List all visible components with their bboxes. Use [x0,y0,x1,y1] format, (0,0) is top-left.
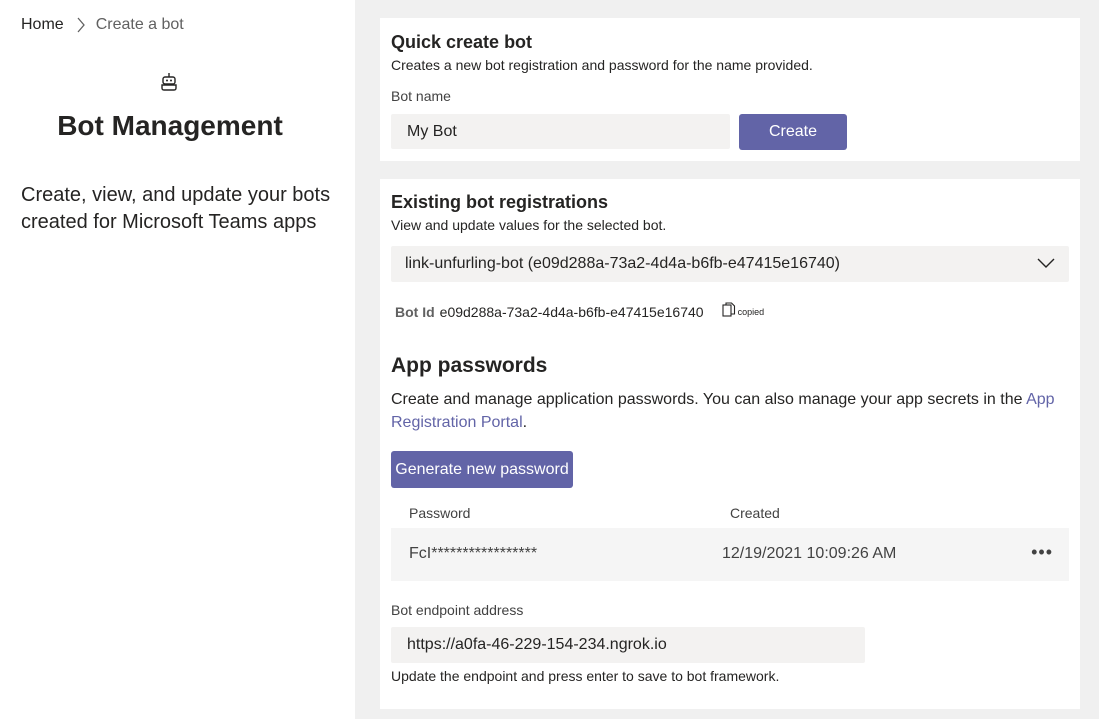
bot-id-row: Bot Id e09d288a-73a2-4d4a-b6fb-e47415e16… [395,302,764,321]
copy-bot-id-button[interactable]: copied [722,302,765,321]
bot-id-value: e09d288a-73a2-4d4a-b6fb-e47415e16740 [439,303,704,320]
bot-icon [160,72,178,92]
existing-title: Existing bot registrations [391,192,609,212]
quick-create-title: Quick create bot [391,32,533,52]
left-panel: Home Create a bot Bot Management Create,… [0,0,355,719]
bot-select-value: link-unfurling-bot (e09d288a-73a2-4d4a-b… [405,255,840,272]
column-header-created: Created [730,505,780,521]
page-description: Create, view, and update your bots creat… [21,184,331,233]
page-title: Bot Management [57,110,283,141]
breadcrumb-current: Create a bot [95,16,184,33]
chevron-right-icon [76,17,86,33]
bot-id-label: Bot Id [395,303,435,320]
password-cell: FcI***************** [409,545,538,562]
quick-create-subtitle: Creates a new bot registration and passw… [391,57,813,73]
endpoint-hint: Update the endpoint and press enter to s… [391,668,780,684]
breadcrumb-home-link[interactable]: Home [21,16,64,34]
copied-label: copied [737,306,765,317]
breadcrumb: Home Create a bot [21,16,184,34]
app-passwords-description: Create and manage application passwords.… [391,388,1056,434]
endpoint-label: Bot endpoint address [391,602,524,618]
chevron-down-icon [1037,255,1055,273]
bot-select-dropdown[interactable]: link-unfurling-bot (e09d288a-73a2-4d4a-b… [391,246,1069,282]
bot-name-input[interactable] [391,114,730,149]
endpoint-input[interactable] [391,627,865,663]
copy-icon [722,302,736,321]
app-passwords-description-text: Create and manage application passwords.… [391,391,1027,408]
app-passwords-description-suffix: . [522,414,528,431]
existing-subtitle: View and update values for the selected … [391,217,667,233]
passwords-table-header: Password Created [391,505,1069,525]
app-passwords-title: App passwords [391,354,548,377]
generate-password-button[interactable]: Generate new password [391,451,573,488]
quick-create-card: Quick create bot Creates a new bot regis… [380,18,1080,161]
bot-name-label: Bot name [391,88,451,104]
created-cell: 12/19/2021 10:09:26 AM [722,545,897,562]
column-header-password: Password [409,505,471,521]
create-button[interactable]: Create [739,114,847,150]
more-options-icon[interactable]: ••• [1031,542,1053,563]
table-row: FcI***************** 12/19/2021 10:09:26… [391,528,1069,581]
existing-registrations-card: Existing bot registrations View and upda… [380,179,1080,709]
